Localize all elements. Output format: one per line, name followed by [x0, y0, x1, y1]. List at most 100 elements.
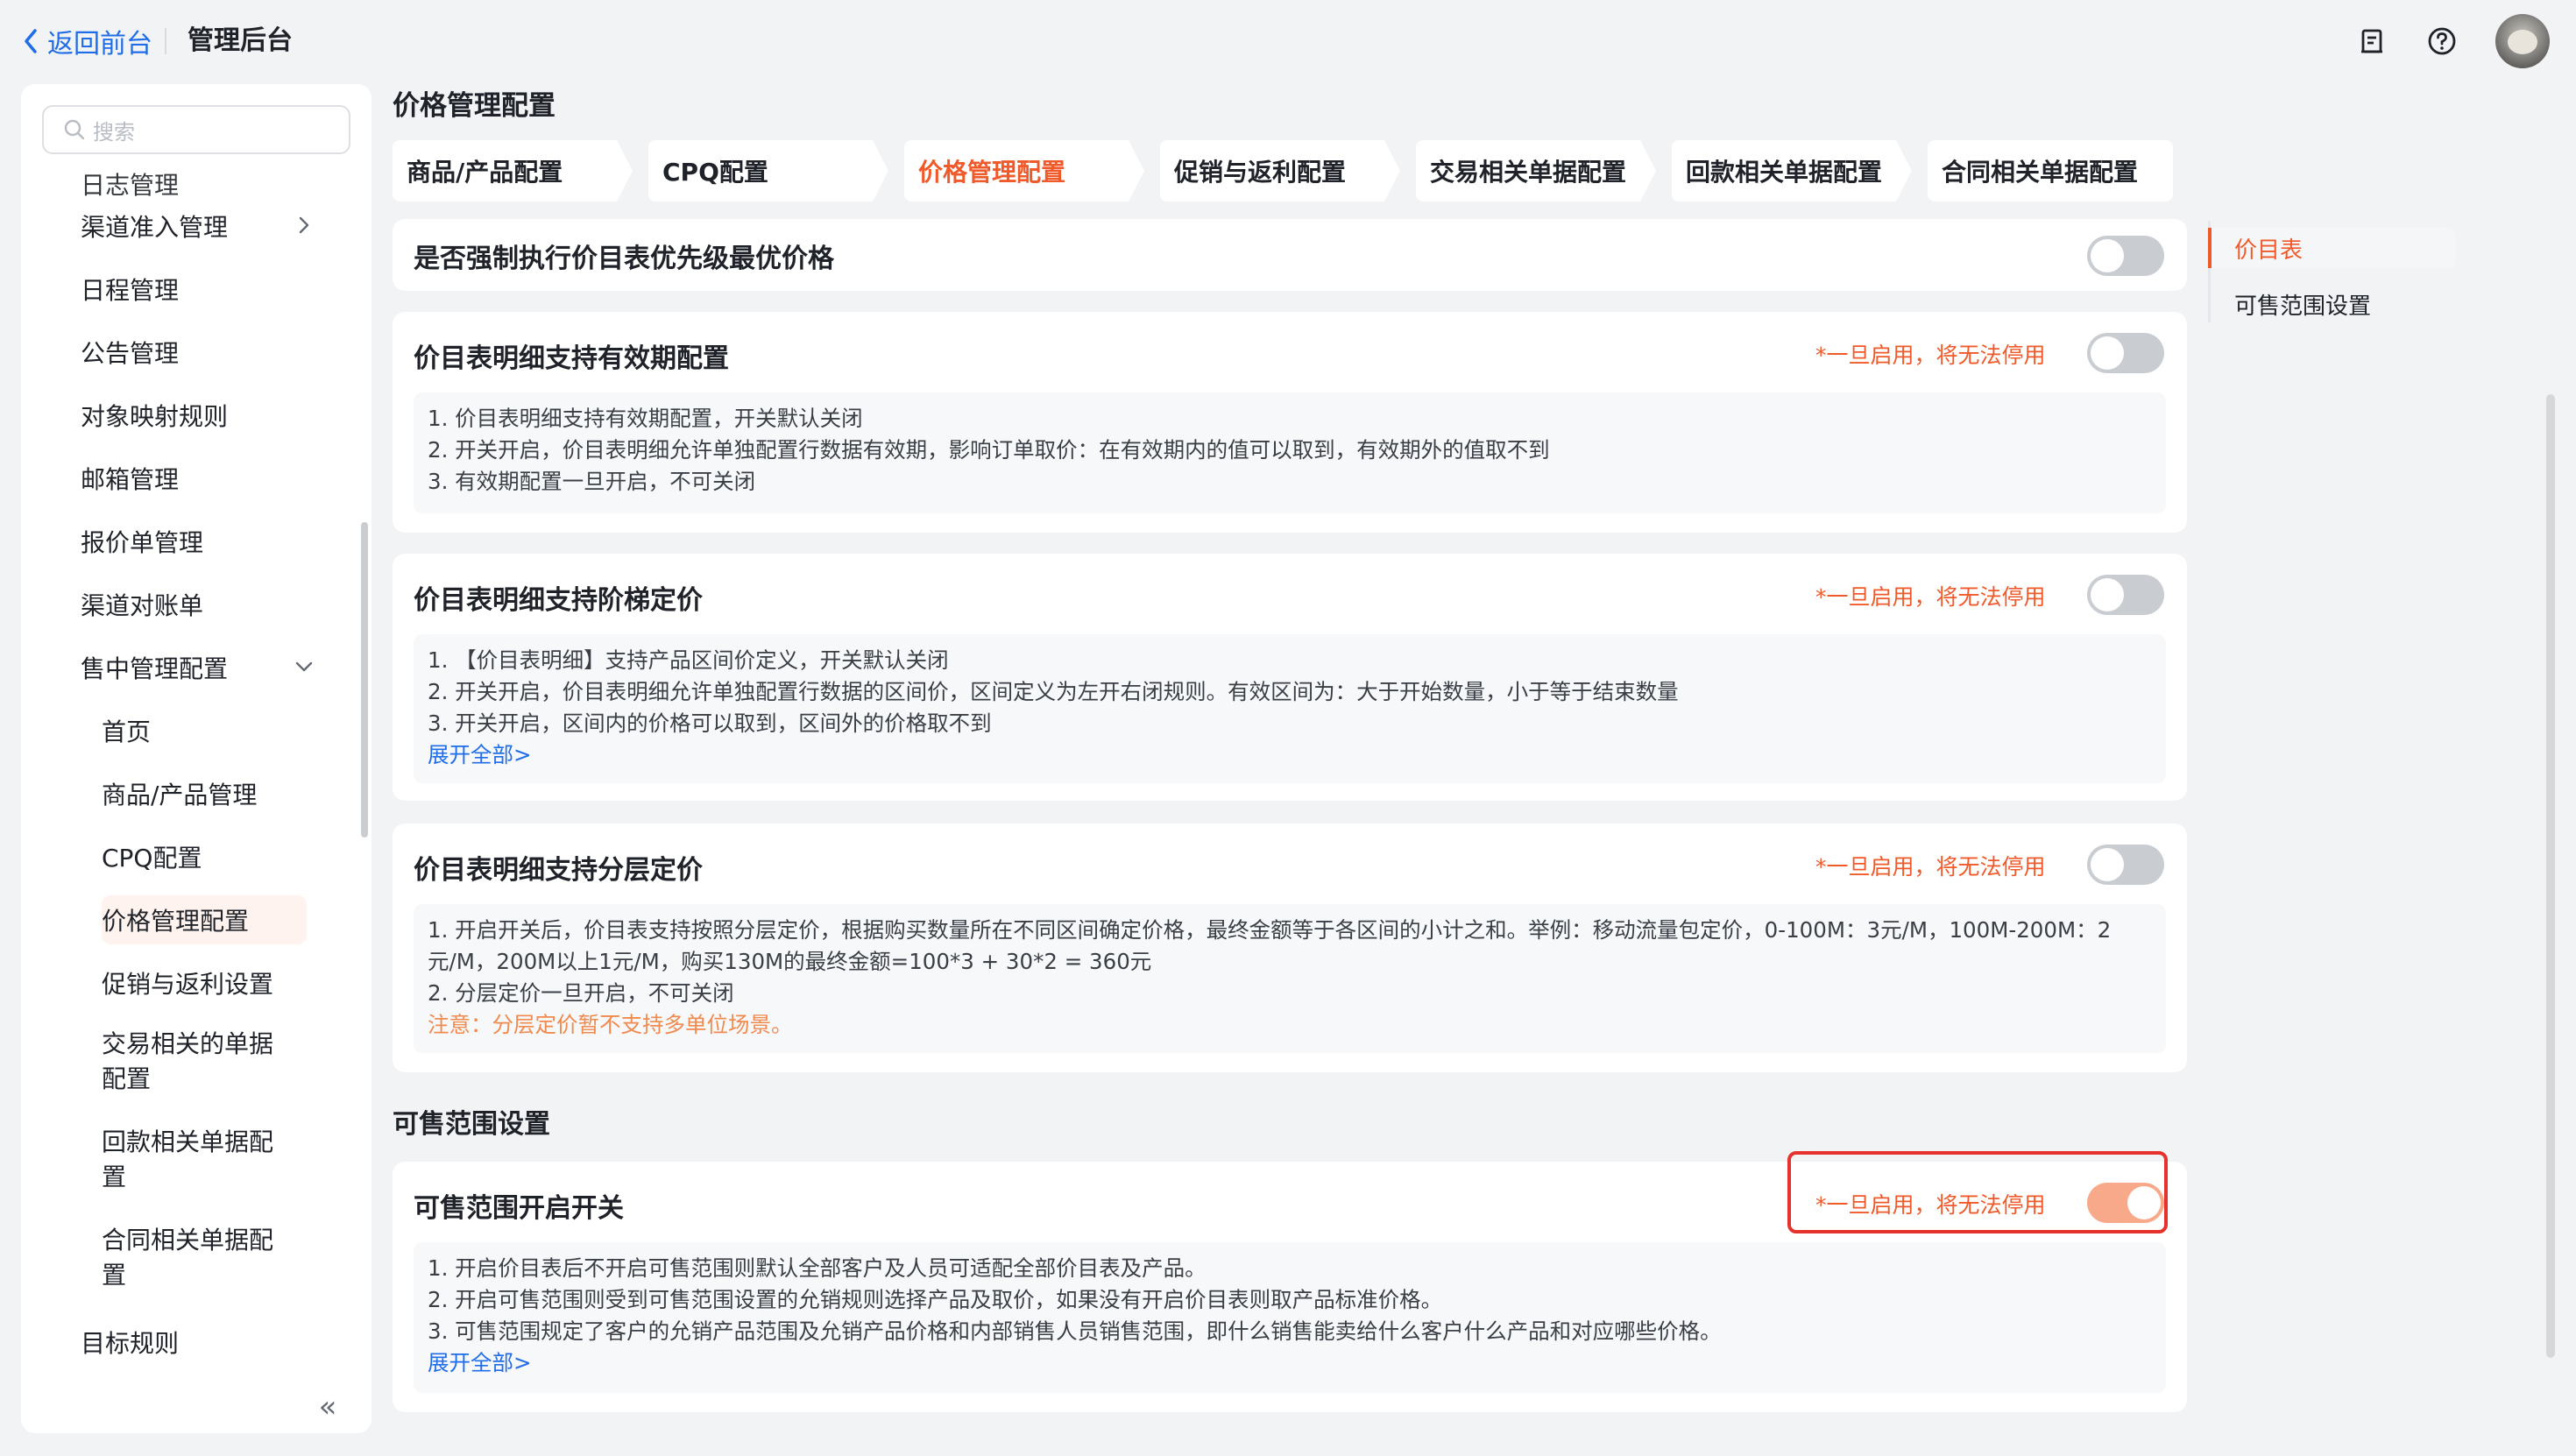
description-line: 3. 有效期配置一旦开启，不可关闭 — [428, 469, 756, 494]
sidebar-item-label: 渠道准入管理 — [81, 213, 229, 242]
warning-text: *一旦启用，将无法停用 — [1815, 1192, 2046, 1218]
setting-title: 是否强制执行价目表优先级最优价格 — [414, 244, 834, 274]
sidebar-item-label: 商品/产品管理 — [102, 781, 258, 809]
tab-label: 回款相关单据配置 — [1686, 158, 1883, 187]
priority-toggle[interactable] — [2087, 236, 2164, 276]
settings-content: 是否强制执行价目表优先级最优价格 价目表明细支持有效期配置 *一旦启用，将无法停… — [393, 219, 2187, 1456]
warning-text: *一旦启用，将无法停用 — [1815, 854, 2046, 880]
anchor-price-list[interactable]: 价目表 — [2208, 228, 2455, 268]
tab-cpq-config[interactable]: CPQ配置 — [648, 140, 888, 201]
top-actions — [2355, 12, 2550, 70]
setting-card-tiered-pricing: 价目表明细支持阶梯定价 *一旦启用，将无法停用 1. 【价目表明细】支持产品区间… — [393, 554, 2187, 801]
warning-text: *一旦启用，将无法停用 — [1815, 584, 2046, 610]
collapse-sidebar-button[interactable]: « — [310, 1391, 345, 1426]
sidebar-item-label: 渠道对账单 — [81, 591, 204, 620]
tab-label: CPQ配置 — [662, 158, 768, 187]
description-line: 3. 可售范围规定了客户的允销产品范围及允销产品价格和内部销售人员销售范围，即什… — [428, 1318, 1722, 1344]
sidebar-item-label: CPQ配置 — [102, 844, 202, 873]
tab-payment-docs-config[interactable]: 回款相关单据配置 — [1672, 140, 1912, 201]
sidebar-item-mailbox[interactable]: 邮箱管理 — [81, 454, 326, 503]
description-line: 1. 【价目表明细】支持产品区间价定义，开关默认关闭 — [428, 647, 949, 673]
layered-pricing-toggle[interactable] — [2087, 845, 2164, 885]
sidebar-item-home[interactable]: 首页 — [102, 706, 347, 755]
description-line: 2. 开关开启，价目表明细允许单独配置行数据的区间价，区间定义为左开右闭规则。有… — [428, 679, 1679, 704]
sidebar: 搜索 日志管理 渠道准入管理 日程管理 公告管理 对象映射规则 邮箱管理 报价单… — [21, 84, 372, 1433]
tiered-pricing-toggle[interactable] — [2087, 575, 2164, 615]
setting-title: 价目表明细支持分层定价 — [414, 855, 703, 886]
back-to-frontend-link[interactable]: 返回前台 — [21, 21, 152, 61]
chevron-right-icon — [299, 216, 309, 234]
expand-all-link[interactable]: 展开全部> — [428, 739, 2152, 771]
avatar[interactable] — [2495, 14, 2550, 68]
sidebar-item-cpq[interactable]: CPQ配置 — [102, 832, 347, 881]
anchor-label: 价目表 — [2234, 237, 2304, 264]
description-line: 1. 价目表明细支持有效期配置，开关默认关闭 — [428, 406, 863, 431]
sidebar-item-label: 日志管理 — [81, 171, 180, 200]
sidebar-item-label: 促销与返利设置 — [102, 970, 274, 999]
sidebar-item-sales-config[interactable]: 售中管理配置 — [81, 643, 326, 692]
search-input[interactable]: 搜索 — [42, 105, 350, 154]
sidebar-item-quotes[interactable]: 报价单管理 — [81, 517, 326, 566]
search-icon — [64, 119, 85, 140]
sidebar-item-trade-docs[interactable]: 交易相关的单据配置 — [102, 1021, 347, 1097]
description-line: 2. 开启可售范围则受到可售范围设置的允销规则选择产品及取价，如果没有开启价目表… — [428, 1287, 1443, 1312]
setting-card-priority: 是否强制执行价目表优先级最优价格 — [393, 219, 2187, 291]
setting-description: 1. 【价目表明细】支持产品区间价定义，开关默认关闭 2. 开关开启，价目表明细… — [414, 634, 2166, 783]
sidebar-item-product-mgmt[interactable]: 商品/产品管理 — [102, 769, 347, 818]
sidebar-item-label: 报价单管理 — [81, 528, 204, 557]
setting-description: 1. 开启开关后，价目表支持按照分层定价，根据购买数量所在不同区间确定价格，最终… — [414, 904, 2166, 1053]
validity-toggle[interactable] — [2087, 333, 2164, 373]
sidebar-item-target-rules[interactable]: 目标规则 — [81, 1318, 326, 1360]
sidebar-item-label: 合同相关单据配置 — [102, 1226, 274, 1290]
sidebar-scrollbar[interactable] — [361, 522, 368, 838]
top-bar: 返回前台 管理后台 — [0, 0, 2576, 82]
sellable-scope-toggle[interactable] — [2087, 1183, 2164, 1223]
tab-label: 价格管理配置 — [918, 158, 1066, 187]
expand-all-link[interactable]: 展开全部> — [428, 1347, 2152, 1379]
sidebar-item-label: 回款相关单据配置 — [102, 1127, 274, 1191]
sidebar-nav: 日志管理 渠道准入管理 日程管理 公告管理 对象映射规则 邮箱管理 报价单管理 … — [21, 168, 372, 1360]
anchor-sellable-scope[interactable]: 可售范围设置 — [2208, 284, 2455, 324]
tab-contract-docs-config[interactable]: 合同相关单据配置 — [1928, 140, 2173, 201]
app-title: 管理后台 — [188, 25, 293, 56]
sidebar-item-channel-access[interactable]: 渠道准入管理 — [81, 201, 326, 251]
description-line: 2. 分层定价一旦开启，不可关闭 — [428, 980, 734, 1006]
setting-card-sellable-scope: 可售范围开启开关 *一旦启用，将无法停用 1. 开启价目表后不开启可售范围则默认… — [393, 1162, 2187, 1412]
sidebar-item-label: 售中管理配置 — [81, 654, 229, 683]
back-label: 返回前台 — [47, 29, 152, 60]
sidebar-item-schedule[interactable]: 日程管理 — [81, 265, 326, 314]
description-line: 3. 开关开启，区间内的价格可以取到，区间外的价格取不到 — [428, 710, 992, 736]
section-title-sellable-scope: 可售范围设置 — [393, 1109, 550, 1140]
setting-card-validity: 价目表明细支持有效期配置 *一旦启用，将无法停用 1. 价目表明细支持有效期配置… — [393, 312, 2187, 533]
sidebar-item-price-config[interactable]: 价格管理配置 — [102, 895, 307, 944]
help-icon[interactable] — [2425, 25, 2459, 58]
description-line: 1. 开启价目表后不开启可售范围则默认全部客户及人员可适配全部价目表及产品。 — [428, 1255, 1207, 1281]
setting-description: 1. 开启价目表后不开启可售范围则默认全部客户及人员可适配全部价目表及产品。 2… — [414, 1242, 2166, 1393]
tab-promotion-config[interactable]: 促销与返利配置 — [1160, 140, 1400, 201]
sidebar-item-promotion[interactable]: 促销与返利设置 — [102, 958, 347, 1007]
tab-product-config[interactable]: 商品/产品配置 — [393, 140, 633, 201]
sidebar-item-object-mapping[interactable]: 对象映射规则 — [81, 391, 326, 440]
description-line: 2. 开关开启，价目表明细允许单独配置行数据有效期，影响订单取价：在有效期内的值… — [428, 437, 1550, 463]
tab-trade-docs-config[interactable]: 交易相关单据配置 — [1416, 140, 1656, 201]
sidebar-item-label: 交易相关的单据配置 — [102, 1029, 274, 1093]
sidebar-item-contract-docs[interactable]: 合同相关单据配置 — [102, 1218, 347, 1293]
tab-label: 商品/产品配置 — [407, 158, 563, 187]
sidebar-item-label: 日程管理 — [81, 276, 180, 305]
sidebar-item-label: 首页 — [102, 717, 152, 746]
tab-label: 促销与返利配置 — [1174, 158, 1347, 187]
setting-description: 1. 价目表明细支持有效期配置，开关默认关闭 2. 开关开启，价目表明细允许单独… — [414, 392, 2166, 513]
sidebar-item-label: 公告管理 — [81, 339, 180, 368]
setting-title: 价目表明细支持阶梯定价 — [414, 585, 703, 616]
document-icon[interactable] — [2355, 25, 2388, 58]
sidebar-item-label: 目标规则 — [81, 1329, 180, 1358]
description-line: 1. 开启开关后，价目表支持按照分层定价，根据购买数量所在不同区间确定价格，最终… — [428, 917, 2112, 974]
sidebar-item-payment-docs[interactable]: 回款相关单据配置 — [102, 1120, 347, 1195]
sidebar-item-label: 价格管理配置 — [102, 907, 250, 936]
note-text: 注意：分层定价暂不支持多单位场景。 — [428, 1012, 793, 1037]
sidebar-item-channel-statements[interactable]: 渠道对账单 — [81, 580, 326, 629]
sidebar-item-announcements[interactable]: 公告管理 — [81, 328, 326, 377]
tab-price-config[interactable]: 价格管理配置 — [904, 140, 1144, 201]
setting-title: 可售范围开启开关 — [414, 1193, 624, 1224]
main-scrollbar[interactable] — [2546, 394, 2555, 1358]
